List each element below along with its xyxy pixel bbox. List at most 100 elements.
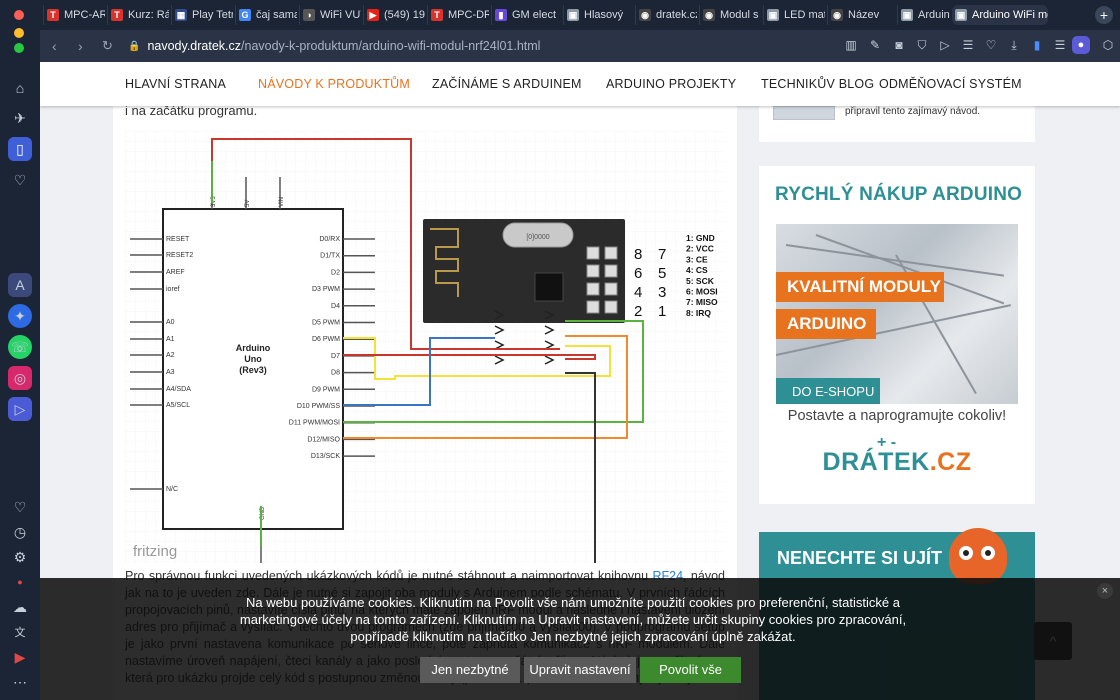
play-icon[interactable]: ▷ xyxy=(937,38,953,52)
history-icon[interactable]: ◷ xyxy=(8,520,32,544)
nav-item-guides[interactable]: NÁVODY K PRODUKTŮM xyxy=(258,77,410,91)
tab[interactable]: ◑ WiFi VUT xyxy=(299,5,361,25)
tab-label: GM elect xyxy=(512,9,557,21)
eshop-promo-banner[interactable]: KVALITNÍ MODULY ARDUINO DO E-SHOPU xyxy=(776,224,1018,404)
author-thumbnail[interactable] xyxy=(773,106,835,120)
nav-item-home[interactable]: HLAVNÍ STRANA xyxy=(125,77,226,91)
whatsapp-icon[interactable]: ☏ xyxy=(8,335,32,359)
back-icon[interactable]: ‹ xyxy=(52,38,57,54)
flow-icon[interactable]: ✈ xyxy=(8,106,32,130)
tab-label: WiFi VUT xyxy=(320,9,361,21)
camera-icon[interactable]: ◙ xyxy=(891,38,907,52)
tab[interactable]: ◉ Název xyxy=(827,5,895,25)
tab[interactable]: ◉ dratek.cz xyxy=(635,5,697,25)
favorites-icon[interactable]: ♡ xyxy=(8,495,32,519)
instagram-icon[interactable]: ◎ xyxy=(8,366,32,390)
forward-icon[interactable]: › xyxy=(78,38,83,54)
extensions-icon[interactable]: ⬡ xyxy=(1100,38,1116,52)
tab-favicon-icon: T xyxy=(431,9,443,21)
heart-icon[interactable]: ♡ xyxy=(983,38,999,52)
tab[interactable]: T MPC-DR xyxy=(427,5,489,25)
tab-label: Arduino V xyxy=(918,9,950,21)
shield-icon[interactable]: ⛉ xyxy=(914,38,930,53)
left-pin-label: A4/SDA xyxy=(166,386,191,393)
edit-icon[interactable]: ✎ xyxy=(867,38,883,52)
close-icon[interactable]: × xyxy=(1097,583,1113,599)
settings-icon[interactable]: ⚙ xyxy=(8,545,32,569)
module-pad xyxy=(604,246,618,260)
brand-suffix: .CZ xyxy=(929,448,972,476)
tab[interactable]: T Kurz: Rác xyxy=(107,5,169,25)
url-field[interactable]: 🔒 navody.dratek.cz/navody-k-produktum/ar… xyxy=(128,35,848,57)
maximize-window-button[interactable] xyxy=(14,43,24,53)
dratek-logo[interactable]: DRÁTEK.CZ xyxy=(759,448,1035,477)
tab[interactable]: Gčaj sama xyxy=(235,5,297,25)
tab-snapshot-icon[interactable]: ▥ xyxy=(843,38,859,52)
eshop-button[interactable]: DO E-SHOPU xyxy=(776,378,880,404)
tab-favicon-icon: G xyxy=(239,9,251,21)
close-window-button[interactable] xyxy=(14,10,24,20)
more-icon[interactable]: ⋯ xyxy=(8,670,32,694)
edit-settings-button[interactable]: Upravit nastavení xyxy=(524,657,636,683)
crystal-label: [0]0000 xyxy=(526,234,549,241)
tab[interactable]: ▮ GM elect xyxy=(491,5,559,25)
tab[interactable]: ▶ (549) 19 xyxy=(363,5,425,25)
browser-sidebar: ⌂ ✈ ▯ ♡ A ✦ ☏ ◎ ▷ ♡ ◷ ⚙ ● ☁ 文 ▶ ⋯ xyxy=(0,0,40,700)
tab[interactable]: ▣ Hlasový xyxy=(563,5,633,25)
nav-item-projects[interactable]: ARDUINO PROJEKTY xyxy=(606,77,736,91)
module-pad xyxy=(586,300,600,314)
tab[interactable]: ▦ Play Tetri xyxy=(171,5,233,25)
sliders-icon[interactable]: ☰ xyxy=(1052,38,1068,52)
module-pad xyxy=(604,282,618,296)
tab-label: Kurz: Rác xyxy=(128,9,169,21)
allow-all-button[interactable]: Povolit vše xyxy=(640,657,741,683)
reload-icon[interactable]: ↻ xyxy=(102,38,113,54)
tab[interactable]: ▣ Arduino WiFi mo xyxy=(952,5,1048,25)
translate-icon[interactable]: 文 xyxy=(8,620,32,644)
profile-icon[interactable]: ● xyxy=(1072,36,1090,54)
necessary-only-button[interactable]: Jen nezbytné xyxy=(420,657,520,683)
reading-list-icon[interactable]: ▯ xyxy=(8,137,32,161)
tab[interactable]: T MPC-ARC xyxy=(43,5,105,25)
youtube-icon[interactable]: ▶ xyxy=(8,645,32,669)
tab[interactable]: ▣ Arduino V xyxy=(897,5,950,25)
arduino-title-line: Uno xyxy=(244,354,262,364)
left-pin-label: A1 xyxy=(166,336,175,343)
battery-icon[interactable]: ▮ xyxy=(1029,38,1045,52)
aria-icon[interactable]: A xyxy=(8,273,32,297)
tab[interactable]: ▣ LED mat xyxy=(763,5,825,25)
module-pin-number: 3 xyxy=(658,284,666,301)
download-icon[interactable]: ⤓ xyxy=(1006,38,1022,53)
tab-label: dratek.cz xyxy=(656,9,697,21)
promo-tagline: Postavte a naprogramujte cokoliv! xyxy=(787,408,1007,424)
lock-icon: 🔒 xyxy=(128,40,141,52)
home-icon[interactable]: ⌂ xyxy=(8,76,32,100)
cookie-message: Na webu používáme cookies. Kliknutím na … xyxy=(239,595,907,644)
pin-legend-item: 5: SCK xyxy=(686,276,715,286)
minimize-window-button[interactable] xyxy=(14,28,24,38)
left-pin-label: RESET2 xyxy=(166,252,193,259)
right-pin-label: D10 PWM/SS xyxy=(297,403,341,410)
left-pin-label: A3 xyxy=(166,369,175,376)
cloud-icon[interactable]: ☁ xyxy=(8,595,32,619)
module-pad xyxy=(586,264,600,278)
messenger-icon[interactable]: ✦ xyxy=(8,304,32,328)
site-navigation: HLAVNÍ STRANA NÁVODY K PRODUKTŮM ZAČÍNÁM… xyxy=(40,62,1120,106)
nav-item-rewards[interactable]: ODMĚŇOVACÍ SYSTÉM xyxy=(879,77,1022,91)
tab-label: MPC-ARC xyxy=(64,9,105,21)
nav-item-blog[interactable]: TECHNIKŮV BLOG xyxy=(761,77,874,91)
pinboard-icon[interactable]: ♡ xyxy=(8,168,32,192)
right-pin-label: D11 PWM/MOSI xyxy=(289,420,340,427)
tab-label: Arduino WiFi mo xyxy=(972,9,1048,21)
nav-item-getting-started[interactable]: ZAČÍNÁME S ARDUINEM xyxy=(432,77,582,91)
arduino-title-line: Arduino xyxy=(236,343,271,353)
vpn-badge-icon[interactable]: ● xyxy=(8,570,32,594)
promo-line-2: ARDUINO xyxy=(776,309,876,339)
tab[interactable]: ◉ Modul s xyxy=(699,5,761,25)
player-icon[interactable]: ▷ xyxy=(8,397,32,421)
left-pin-label: A5/SCL xyxy=(166,402,190,409)
pin-legend-item: 6: MOSI xyxy=(686,287,718,297)
easy-setup-icon[interactable]: ☰ xyxy=(960,38,976,52)
new-tab-button[interactable]: + xyxy=(1095,6,1113,24)
right-pin-label: D8 xyxy=(331,370,340,377)
